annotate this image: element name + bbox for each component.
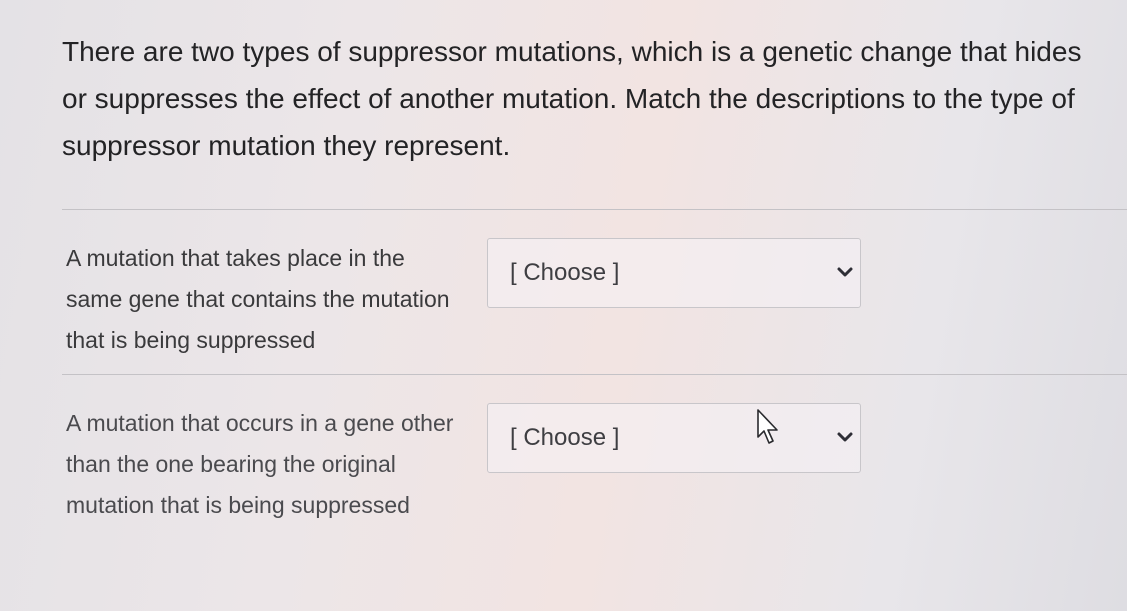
row-description: A mutation that occurs in a gene other t…: [66, 410, 454, 518]
divider: [62, 374, 1127, 375]
chevron-down-icon: [837, 267, 853, 277]
row-description: A mutation that takes place in the same …: [66, 245, 450, 353]
divider: [62, 209, 1127, 210]
chevron-down-icon: [837, 432, 853, 442]
choose-dropdown-2[interactable]: [ Choose ]: [487, 403, 861, 473]
dropdown-selected-value: [ Choose ]: [510, 424, 620, 451]
mouse-cursor-icon: [757, 409, 778, 444]
choose-dropdown-1[interactable]: [ Choose ]: [487, 238, 861, 308]
question-text: There are two types of suppressor mutati…: [62, 36, 1082, 161]
dropdown-selected-value: [ Choose ]: [510, 259, 620, 286]
